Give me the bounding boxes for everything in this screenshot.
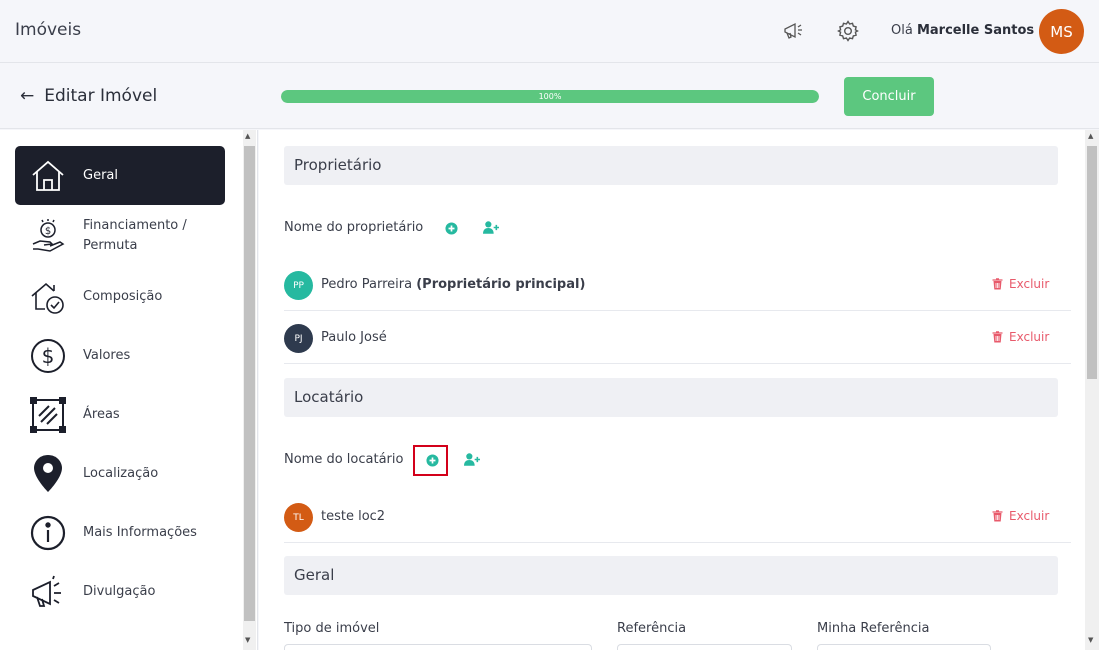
user-plus-icon [483,220,499,234]
sub-header: ← Editar Imóvel 100% Concluir [0,64,1099,129]
sidebar: Geral $ Financiamento / Permuta Composiç… [0,130,258,650]
sidebar-item-label: Valores [83,347,131,363]
owner-row: PP Pedro Parreira (Proprietário principa… [284,259,1071,311]
trash-icon [992,510,1003,522]
area-icon [29,395,67,435]
owner-section-header: Proprietário [284,146,1058,185]
add-owner-button[interactable] [443,220,459,236]
add-tenant-button[interactable] [424,452,440,468]
sidebar-item-geral[interactable]: Geral [15,146,225,205]
my-reference-label: Minha Referência [817,621,930,636]
new-owner-button[interactable] [483,219,499,235]
owner-name: Pedro Parreira (Proprietário principal) [321,277,585,292]
new-tenant-button[interactable] [464,451,480,467]
main-content: Proprietário Nome do proprietário PP Ped… [259,130,1085,650]
reference-label: Referência [617,621,687,636]
sidebar-scrollbar[interactable]: ▲ ▼ [243,130,256,650]
main-scrollbar[interactable]: ▲ ▼ [1085,130,1099,650]
sidebar-item-label: Divulgação [83,583,156,599]
sidebar-item-label-line2: Permuta [83,237,138,253]
avatar[interactable]: MS [1039,9,1084,54]
progress-fill: 100% [281,90,819,103]
person-name: Pedro Parreira [321,277,413,292]
megaphone-icon[interactable] [780,18,806,44]
map-pin-icon [29,454,67,494]
trash-icon [992,278,1003,290]
scroll-up-icon[interactable]: ▲ [1088,132,1093,140]
info-icon [29,513,67,553]
gear-icon[interactable] [835,18,861,44]
svg-text:$: $ [45,226,51,237]
property-type-label: Tipo de imóvel [284,621,380,636]
owner-name-label: Nome do proprietário [284,220,424,235]
tenant-name-label: Nome do locatário [284,452,404,467]
scroll-down-icon[interactable]: ▼ [245,636,250,644]
progress-bar: 100% [281,90,819,103]
house-check-icon [29,277,67,317]
scrollbar-thumb[interactable] [244,146,255,621]
sidebar-item-label-line1: Financiamento / [83,217,187,233]
delete-owner-button[interactable]: Excluir [992,277,1049,291]
person-name: teste loc2 [321,509,386,524]
money-hand-icon: $ [29,216,67,256]
scroll-up-icon[interactable]: ▲ [245,132,250,140]
property-type-select[interactable] [284,644,592,650]
tenant-section-header: Locatário [284,378,1058,417]
megaphone-icon [29,572,67,612]
sidebar-item-label: Financiamento / Permuta [83,216,187,256]
sidebar-item-composicao[interactable]: Composição [15,267,225,326]
sidebar-item-label: Geral [83,167,118,183]
my-reference-input[interactable] [817,644,991,650]
delete-label: Excluir [1009,509,1050,523]
sidebar-item-mais-informacoes[interactable]: Mais Informações [15,503,225,562]
user-greeting: Olá Marcelle Santos [891,23,1034,38]
avatar: TL [284,503,313,532]
page-title: Editar Imóvel [44,86,158,106]
back-link[interactable]: ← Editar Imóvel [20,86,157,106]
app-title: Imóveis [15,20,82,40]
person-name: Paulo José [321,330,387,345]
arrow-left-icon: ← [20,86,35,106]
sidebar-item-areas[interactable]: Áreas [15,385,225,444]
delete-label: Excluir [1009,277,1050,291]
avatar: PP [284,271,313,300]
conclude-button[interactable]: Concluir [844,77,934,116]
progress-text: 100% [538,92,562,101]
reference-input[interactable] [617,644,792,650]
delete-owner-button[interactable]: Excluir [992,330,1049,344]
scrollbar-thumb[interactable] [1087,146,1097,379]
owner-name: Paulo José [321,330,387,345]
user-name: Marcelle Santos [916,23,1035,38]
section-title: Geral [294,566,335,584]
delete-tenant-button[interactable]: Excluir [992,509,1049,523]
tenant-name: teste loc2 [321,509,385,524]
delete-label: Excluir [1009,330,1050,344]
greeting-prefix: Olá [891,23,913,38]
sidebar-item-label: Mais Informações [83,524,197,540]
sidebar-item-localizacao[interactable]: Localização [15,444,225,503]
principal-tag: (Proprietário principal) [416,277,586,292]
plus-circle-icon [425,453,439,467]
user-plus-icon [464,452,480,466]
section-title: Proprietário [294,156,382,174]
sidebar-item-financiamento[interactable]: $ Financiamento / Permuta [15,206,225,265]
home-icon [29,156,67,196]
sidebar-item-divulgacao[interactable]: Divulgação [15,562,225,621]
sidebar-item-valores[interactable]: $ Valores [15,326,225,385]
sidebar-item-label: Localização [83,465,159,481]
svg-text:$: $ [42,344,55,368]
plus-circle-icon [444,221,458,235]
owner-row: PJ Paulo José Excluir [284,312,1071,364]
top-bar: Imóveis Olá Marcelle Santos MS [0,0,1099,63]
sidebar-item-label: Composição [83,288,163,304]
general-section-header: Geral [284,556,1058,595]
scroll-down-icon[interactable]: ▼ [1088,636,1093,644]
trash-icon [992,331,1003,343]
dollar-circle-icon: $ [29,336,67,376]
avatar: PJ [284,324,313,353]
section-title: Locatário [294,388,364,406]
sidebar-item-label: Áreas [83,406,120,422]
tenant-row: TL teste loc2 Excluir [284,491,1071,543]
